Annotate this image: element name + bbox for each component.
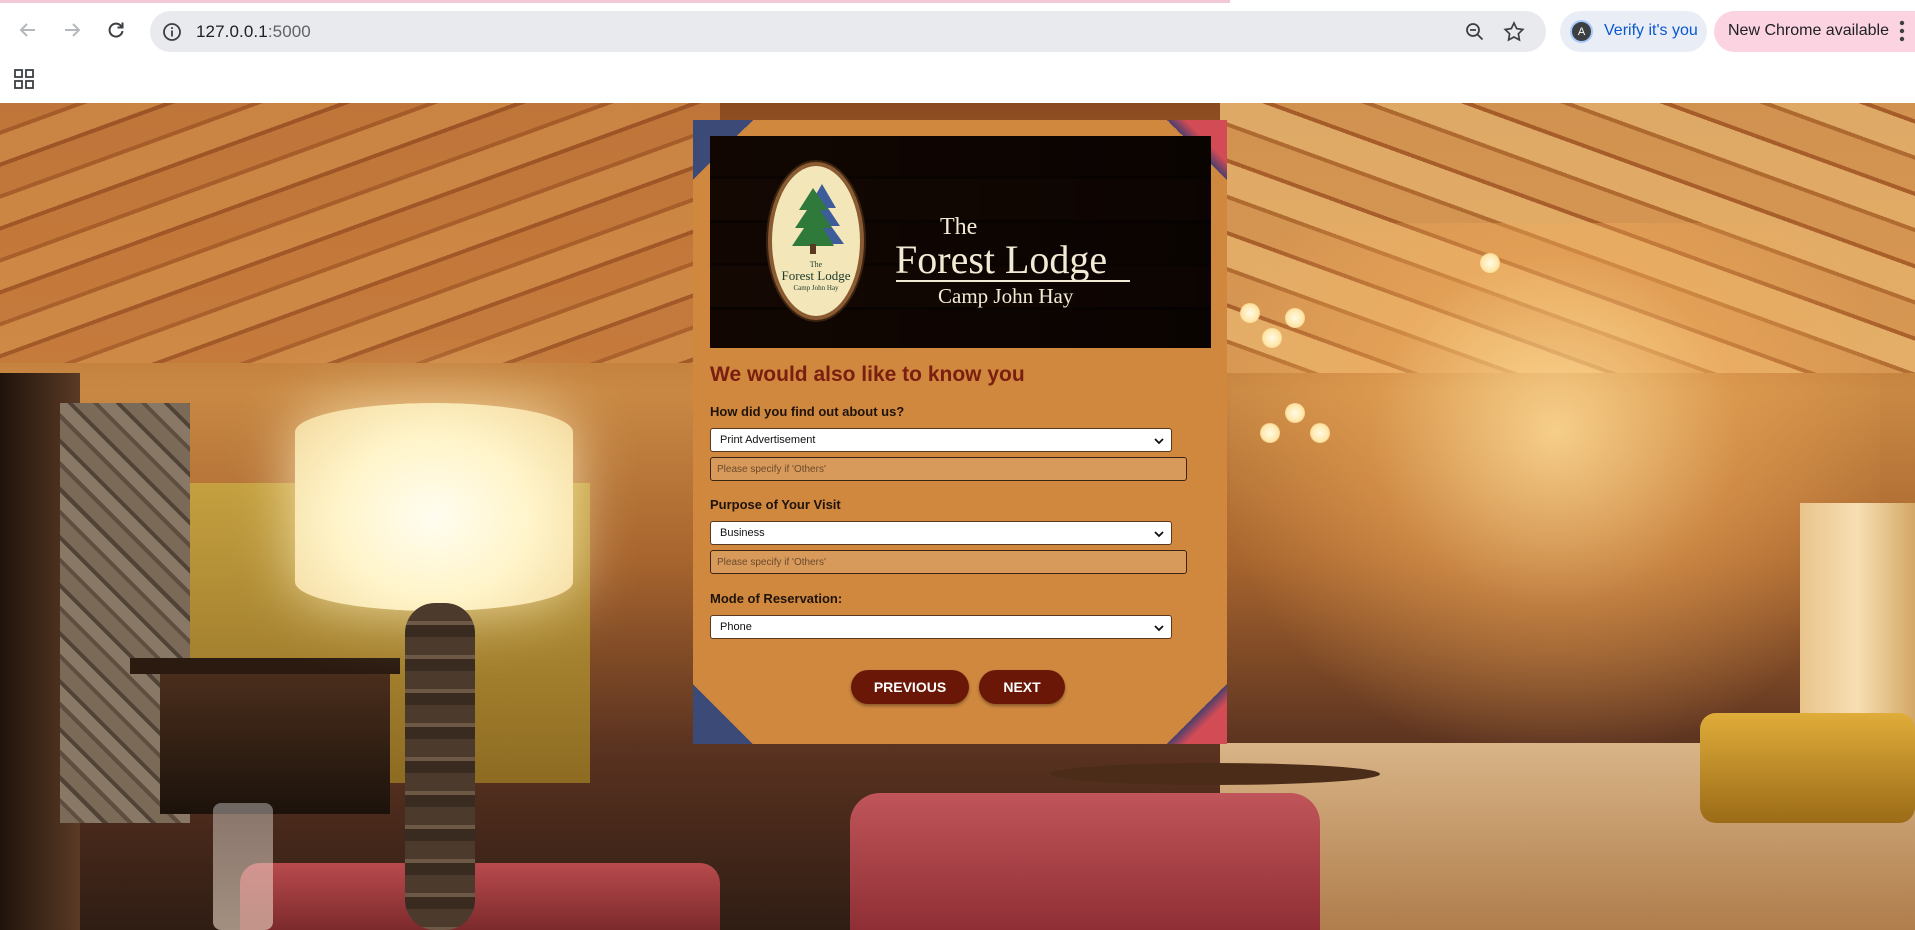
survey-form-card: The Forest Lodge Camp John Hay The Fores… xyxy=(693,120,1227,744)
reservation-mode-select[interactable]: Phone xyxy=(710,615,1172,639)
background-chandelier-light xyxy=(1260,423,1280,443)
verify-identity-chip[interactable]: A Verify it's you xyxy=(1560,11,1707,52)
background-ceiling-left xyxy=(0,103,720,363)
zoom-out-icon[interactable] xyxy=(1464,21,1486,43)
page-viewport: The Forest Lodge Camp John Hay The Fores… xyxy=(0,103,1915,930)
reload-button[interactable] xyxy=(100,14,132,46)
reservation-mode-value: Phone xyxy=(720,621,752,633)
update-label: New Chrome available xyxy=(1728,22,1889,39)
background-red-sofa xyxy=(850,793,1320,930)
lodge-banner: The Forest Lodge Camp John Hay The Fores… xyxy=(710,136,1211,348)
url-text[interactable]: 127.0.0.1:5000 xyxy=(196,22,311,42)
background-chandelier-light xyxy=(1285,308,1305,328)
background-candle-holder xyxy=(213,803,273,930)
bookmark-star-icon[interactable] xyxy=(1502,20,1526,44)
background-wall-sconce xyxy=(1480,253,1500,273)
back-button[interactable] xyxy=(12,14,44,46)
find-us-select[interactable]: Print Advertisement xyxy=(710,428,1172,452)
url-host: 127.0.0.1 xyxy=(196,22,268,41)
kebab-menu-icon[interactable] xyxy=(1897,19,1907,43)
background-fireplace xyxy=(160,674,390,814)
arrow-right-icon xyxy=(65,23,81,37)
chrome-update-chip[interactable]: New Chrome available xyxy=(1714,11,1915,52)
purpose-value: Business xyxy=(720,527,765,539)
previous-button[interactable]: PREVIOUS xyxy=(851,670,969,704)
purpose-select[interactable]: Business xyxy=(710,521,1172,545)
lodge-logo-emblem: The Forest Lodge Camp John Hay xyxy=(768,162,864,320)
brand-underline xyxy=(896,280,1130,282)
profile-avatar: A xyxy=(1570,20,1593,43)
card-corner-ornament xyxy=(1167,684,1227,744)
form-title: We would also like to know you xyxy=(710,363,1025,386)
next-button[interactable]: NEXT xyxy=(979,670,1065,704)
background-chandelier-light xyxy=(1285,403,1305,423)
background-chandelier-light xyxy=(1262,328,1282,348)
url-port: :5000 xyxy=(267,22,311,41)
purpose-label: Purpose of Your Visit xyxy=(710,497,841,512)
background-table xyxy=(1050,763,1380,785)
reservation-mode-label: Mode of Reservation: xyxy=(710,591,843,606)
emblem-name: Forest Lodge xyxy=(781,268,851,283)
background-light-glow xyxy=(1230,223,1880,743)
background-chandelier-light xyxy=(1240,303,1260,323)
background-yellow-sofa xyxy=(1700,713,1915,823)
find-us-value: Print Advertisement xyxy=(720,434,816,446)
brand-subtitle: Camp John Hay xyxy=(938,284,1074,308)
background-lamp-base xyxy=(405,603,475,930)
chevron-down-icon xyxy=(1154,625,1164,632)
verify-label: Verify it's you xyxy=(1604,22,1698,39)
brand-name: Forest Lodge xyxy=(895,237,1108,282)
reload-icon xyxy=(108,22,124,38)
browser-toolbar: 127.0.0.1:5000 A Verify it's you New Chr… xyxy=(0,0,1915,62)
background-mantel xyxy=(130,658,400,674)
chevron-down-icon xyxy=(1154,438,1164,445)
find-us-label: How did you find out about us? xyxy=(710,404,905,419)
arrow-left-icon xyxy=(19,23,35,37)
bookmarks-bar xyxy=(0,62,1915,103)
site-info-icon[interactable] xyxy=(161,21,183,43)
background-lamp-shade xyxy=(295,403,573,611)
purpose-other-input[interactable] xyxy=(710,550,1187,574)
address-bar[interactable]: 127.0.0.1:5000 xyxy=(150,11,1546,52)
chevron-down-icon xyxy=(1154,531,1164,538)
background-chandelier-light xyxy=(1310,423,1330,443)
forward-button[interactable] xyxy=(56,14,88,46)
apps-grid-icon[interactable] xyxy=(13,68,35,90)
background-left-sofa xyxy=(240,863,720,930)
emblem-sub: Camp John Hay xyxy=(793,284,839,292)
find-us-other-input[interactable] xyxy=(710,457,1187,481)
tab-strip-edge xyxy=(0,0,1230,3)
card-corner-ornament xyxy=(693,684,753,744)
pine-tree-icon xyxy=(792,184,844,254)
